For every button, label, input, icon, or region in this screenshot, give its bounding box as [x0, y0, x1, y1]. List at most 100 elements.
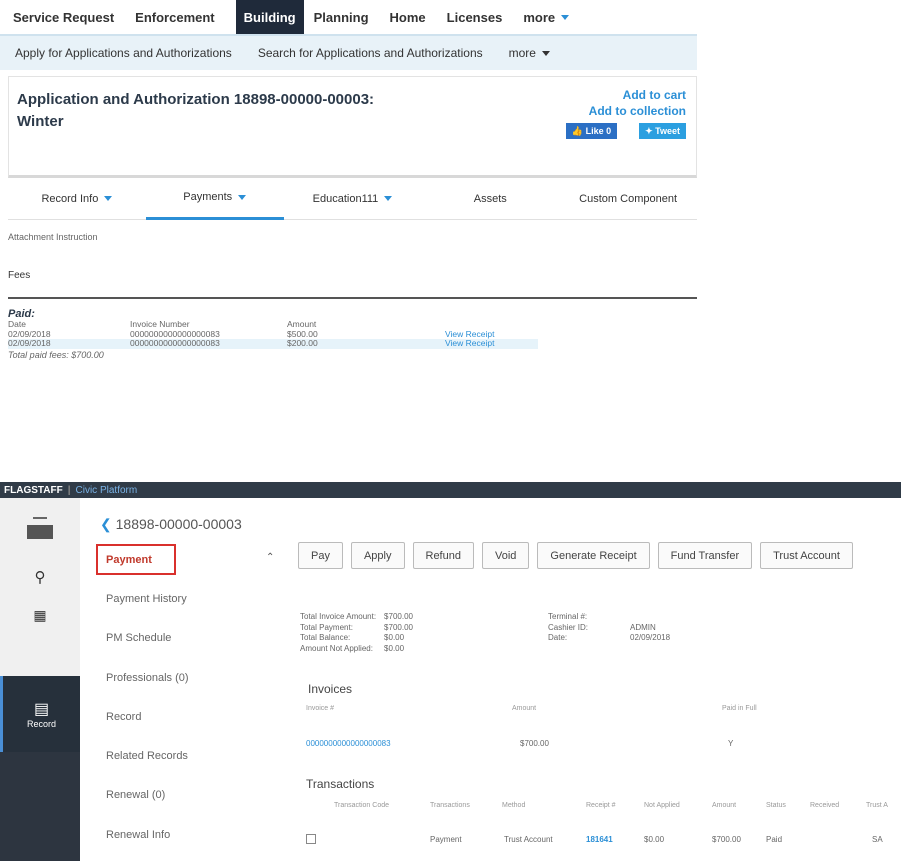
tab-label: Record Info [41, 192, 99, 205]
search-icon: ⚲ [34, 569, 46, 586]
record-breadcrumb[interactable]: ❮ 18898-00000-00003 [100, 516, 242, 533]
col-receipt: Receipt # [586, 802, 616, 809]
menu-item-payment-history[interactable]: Payment History [94, 579, 284, 618]
tab-assets[interactable]: Assets [421, 178, 559, 220]
paid-label: Paid: [8, 308, 35, 320]
tab-payments[interactable]: Payments [145, 178, 284, 220]
add-to-cart-link[interactable]: Add to cart [589, 87, 686, 103]
total-paid-fees: Total paid fees: $700.00 [8, 349, 104, 360]
nav-licenses[interactable]: Licenses [447, 0, 514, 34]
tweet-label: Tweet [655, 126, 680, 136]
nav-home[interactable]: Home [390, 0, 437, 34]
nav-enforcement[interactable]: Enforcement [135, 0, 225, 34]
col-amount: Amount [712, 802, 737, 809]
attachment-instruction: Attachment Instruction [8, 232, 98, 242]
tab-label: Education111 [312, 192, 379, 205]
add-to-collection-link[interactable]: Add to collection [589, 103, 686, 119]
chevron-down-icon [541, 51, 550, 57]
tweet-button[interactable]: ✦ Tweet [639, 123, 686, 139]
thumbs-up-icon: 👍 [571, 125, 584, 136]
tab-education111[interactable]: Education111 [284, 178, 422, 220]
summary-label: Total Balance: [300, 633, 351, 642]
chevron-down-icon [104, 196, 113, 201]
record-header-card: Application and Authorization 18898-0000… [8, 76, 697, 178]
nav-building[interactable]: Building [235, 0, 304, 34]
invoice-amount: $700.00 [520, 739, 549, 748]
home-button[interactable] [0, 498, 80, 558]
subnav-search[interactable]: Search for Applications and Authorizatio… [258, 46, 483, 60]
subnav-apply[interactable]: Apply for Applications and Authorization… [15, 46, 232, 60]
twitter-icon: ✦ [645, 125, 653, 136]
fee-amount: $200.00 [287, 338, 445, 349]
record-icon: ▤ [33, 701, 50, 718]
transaction-method: Trust Account [504, 835, 553, 844]
col-status: Status [766, 802, 786, 809]
like-label: Like 0 [585, 126, 612, 136]
fee-date: 02/09/2018 [8, 338, 130, 349]
like-button[interactable]: 👍 Like 0 [565, 123, 618, 139]
payment-summary-left: Total Invoice Amount: $700.00 Total Payme… [300, 612, 421, 654]
invoice-number-link[interactable]: 0000000000000000083 [306, 739, 391, 748]
summary-value: $700.00 [384, 612, 413, 621]
void-button[interactable]: Void [481, 542, 530, 569]
col-invoice-amount: Amount [512, 705, 537, 712]
subnav-more[interactable]: more [509, 46, 550, 60]
record-title-line2: Winter [17, 113, 64, 130]
invoice-paid-in-full: Y [728, 739, 734, 748]
menu-item-renewal[interactable]: Renewal (0) [94, 776, 284, 815]
view-receipt-link[interactable]: View Receipt [445, 338, 538, 349]
generate-receipt-button[interactable]: Generate Receipt [537, 542, 650, 569]
paid-fees-table: Date Invoice Number Amount 02/09/2018 00… [8, 319, 538, 349]
summary-label: Amount Not Applied: [300, 643, 373, 653]
summary-label: Date: [548, 633, 568, 642]
transaction-checkbox[interactable] [306, 834, 316, 844]
summary-value: $700.00 [384, 622, 413, 632]
summary-value: $0.00 [384, 643, 405, 653]
social-buttons: 👍 Like 0 ✦ Tweet [565, 123, 686, 139]
trust-account-button[interactable]: Trust Account [760, 542, 853, 569]
tab-custom-component[interactable]: Custom Component [559, 178, 697, 220]
sub-nav: Apply for Applications and Authorization… [0, 34, 697, 70]
transaction-amount: $700.00 [712, 835, 741, 844]
col-method: Method [502, 802, 526, 809]
menu-item-professionals[interactable]: Professionals (0) [94, 658, 284, 697]
summary-value: 02/09/2018 [630, 633, 671, 642]
col-transaction-code: Transaction Code [334, 802, 389, 809]
record-title-line1: Application and Authorization 18898-0000… [17, 91, 375, 108]
nav-service-request[interactable]: Service Request [13, 0, 125, 34]
brand-separator: | [67, 484, 71, 496]
menu-item-related-records[interactable]: Related Records [94, 736, 284, 775]
menu-item-pm-schedule[interactable]: PM Schedule [94, 619, 284, 658]
tab-label: Assets [473, 192, 507, 205]
menu-item-renewal-info[interactable]: Renewal Info [94, 815, 284, 854]
search-button[interactable]: ⚲ [0, 558, 80, 596]
nav-more[interactable]: more [523, 0, 580, 34]
nav-planning[interactable]: Planning [314, 0, 380, 34]
receipt-number-link[interactable]: 181641 [586, 835, 613, 844]
chevron-left-icon: ❮ [100, 516, 112, 532]
fee-invoice: 0000000000000000083 [130, 338, 287, 349]
col-invoice-number: Invoice # [306, 705, 335, 712]
transaction-type: Payment [430, 835, 462, 844]
refund-button[interactable]: Refund [412, 542, 474, 569]
civic-platform: FLAGSTAFF | Civic Platform ⚲ ▦ ▤ Record … [0, 482, 901, 861]
table-row: 02/09/2018 0000000000000000083 $200.00 V… [8, 338, 538, 349]
apply-button[interactable]: Apply [350, 542, 405, 569]
chevron-up-icon[interactable]: ⌃ [266, 552, 274, 563]
fees-heading: Fees [8, 270, 31, 281]
apps-button[interactable]: ▦ [0, 596, 80, 634]
col-trust: Trust A [866, 802, 888, 809]
summary-label: Total Invoice Amount: [300, 612, 377, 621]
subnav-more-label: more [508, 46, 536, 60]
col-not-applied: Not Applied [644, 802, 680, 809]
pay-button[interactable]: Pay [298, 542, 343, 569]
selected-highlight-box [96, 544, 176, 575]
grid-icon: ▦ [33, 606, 47, 623]
transactions-heading: Transactions [306, 777, 375, 791]
record-nav-button[interactable]: ▤ Record [0, 676, 80, 752]
menu-item-record[interactable]: Record [94, 697, 284, 736]
tab-label: Custom Component [579, 192, 677, 205]
col-transactions: Transactions [430, 802, 470, 809]
tab-record-info[interactable]: Record Info [8, 178, 146, 220]
fund-transfer-button[interactable]: Fund Transfer [657, 542, 753, 569]
